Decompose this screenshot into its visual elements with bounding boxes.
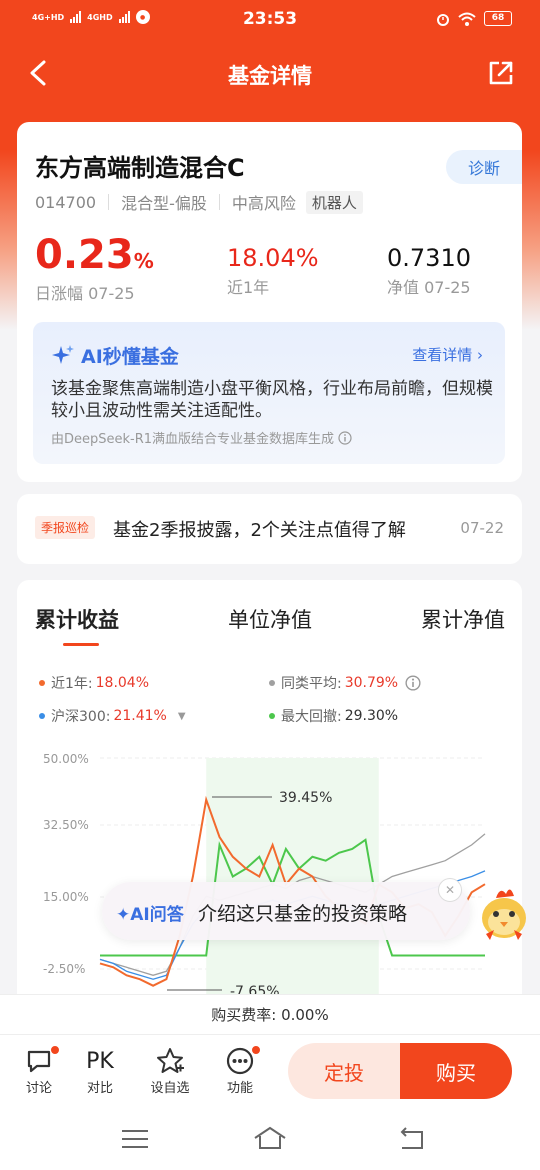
ai-summary-title-text: AI秒懂基金	[81, 346, 179, 368]
compare-label: 对比	[86, 1081, 113, 1096]
daily-change-stat: 0.23% 日涨幅 07-25	[35, 232, 154, 304]
fund-risk: 中高风险	[231, 194, 296, 213]
ai-summary-footer: 由DeepSeek-R1满血版结合专业基金数据库生成	[51, 428, 352, 447]
battery-icon: 68	[484, 11, 512, 26]
legend-drawdown: 最大回撤: 29.30%	[269, 706, 398, 726]
ai-summary-box[interactable]: AI秒懂基金 查看详情 › 该基金聚焦高端制造小盘平衡风格，行业布局前瞻，但规模…	[33, 322, 505, 464]
pk-icon: PK	[86, 1048, 114, 1074]
ai-summary-more-link[interactable]: 查看详情 ›	[412, 344, 483, 365]
legend-index[interactable]: 沪深300: 21.41% ▼	[39, 706, 186, 726]
ai-ask-label: ✦AI问答	[116, 905, 184, 925]
fund-theme-tag[interactable]: 机器人	[305, 190, 363, 214]
ai-summary-title: AI秒懂基金	[51, 342, 179, 369]
ai-ask-text: 介绍这只基金的投资策略	[198, 903, 408, 925]
report-text-content: 基金2季报披露，2个关注点值得了解	[113, 520, 406, 541]
legend-drawdown-label: 最大回撤:	[281, 709, 342, 725]
notification-dot	[251, 1045, 261, 1055]
mascot-chick-icon[interactable]	[476, 880, 532, 944]
return-chart[interactable]: 39.45% -7.65%	[17, 750, 522, 1000]
wifi-icon	[458, 12, 476, 26]
tab-unit-nav[interactable]: 单位净值	[228, 604, 312, 634]
back-icon[interactable]	[396, 1126, 426, 1152]
more-dots-icon	[226, 1047, 254, 1075]
nav-stat: 0.7310 净值 07-25	[387, 244, 471, 298]
menu-icon[interactable]	[120, 1128, 150, 1150]
status-bar: 4G+HD 4GHD ● 23:53 68	[0, 0, 540, 40]
more-functions-label: 功能	[226, 1081, 253, 1096]
discuss-label: 讨论	[25, 1081, 52, 1096]
compare-button[interactable]: PK 对比	[75, 1045, 125, 1097]
auto-invest-button[interactable]: 定投	[288, 1043, 400, 1099]
year-return-label: 近1年	[227, 278, 270, 297]
legend-index-label: 沪深300:	[51, 709, 111, 725]
legend-drawdown-value: 29.30%	[344, 708, 399, 724]
system-nav-bar	[0, 1108, 540, 1170]
tab-cumulative-nav[interactable]: 累计净值	[421, 604, 505, 634]
diagnose-button[interactable]: 诊断	[446, 150, 522, 184]
ai-summary-footer-text: 由DeepSeek-R1满血版结合专业基金数据库生成	[51, 432, 335, 447]
report-text: 基金2季报披露，2个关注点值得了解	[113, 516, 453, 542]
share-icon[interactable]	[486, 58, 516, 88]
alarm-icon	[437, 13, 449, 26]
chart-card: 累计收益 单位净值 累计净值 近1年: 18.04% 同类平均: 30.79% 沪深…	[17, 580, 522, 1020]
tab-cumulative-return[interactable]: 累计收益	[35, 604, 119, 646]
year-return-stat: 18.04% 近1年	[227, 244, 319, 298]
info-icon[interactable]	[338, 430, 352, 445]
home-icon[interactable]	[252, 1124, 288, 1152]
divider	[218, 194, 220, 210]
fund-code: 014700	[35, 192, 97, 212]
fund-meta: 014700 混合型-偏股 中高风险 机器人	[35, 190, 363, 214]
legend-peer: 同类平均: 30.79%	[269, 673, 421, 693]
legend-index-value: 21.41%	[113, 708, 167, 724]
nav-label: 净值 07-25	[387, 278, 471, 297]
top-nav: 基金详情	[0, 52, 540, 96]
nav-value: 0.7310	[387, 244, 471, 272]
add-watchlist-button[interactable]: 设自选	[145, 1045, 195, 1096]
more-functions-button[interactable]: 功能	[215, 1045, 265, 1096]
legend-dot	[269, 713, 275, 719]
purchase-fee: 购买费率: 0.00%	[0, 994, 540, 1034]
daily-change-label: 日涨幅 07-25	[35, 284, 135, 303]
legend-fund-label: 近1年:	[51, 676, 93, 692]
daily-change-value: 0.23	[35, 232, 134, 278]
bottom-action-bar: 讨论 PK 对比 设自选 功能 定投 购买	[0, 1034, 540, 1108]
purchase-fee-text: 购买费率: 0.00%	[211, 1006, 329, 1024]
legend-fund: 近1年: 18.04%	[39, 673, 149, 693]
legend-dot	[39, 713, 45, 719]
fund-category: 混合型-偏股	[121, 194, 207, 213]
fund-info-card: 东方高端制造混合C 诊断 014700 混合型-偏股 中高风险 机器人 0.23…	[17, 122, 522, 482]
legend-dot	[269, 680, 275, 686]
sparkle-icon	[52, 344, 74, 364]
caret-down-icon[interactable]: ▼	[178, 711, 186, 722]
report-date: 07-22	[460, 519, 504, 537]
ai-ask-banner[interactable]: ✦AI问答 介绍这只基金的投资策略 ✕	[102, 878, 470, 940]
add-watchlist-label: 设自选	[150, 1081, 190, 1096]
year-return-value: 18.04%	[227, 244, 319, 272]
buy-button[interactable]: 购买	[400, 1043, 512, 1099]
chart-tabs: 累计收益 单位净值 累计净值	[35, 604, 505, 646]
ai-ask-label-text: AI问答	[130, 905, 184, 925]
ai-summary-text: 该基金聚焦高端制造小盘平衡风格，行业布局前瞻，但规模较小且波动性需关注适配性。	[51, 379, 493, 421]
legend-dot	[39, 680, 45, 686]
notification-dot	[50, 1045, 60, 1055]
report-card[interactable]: 季报巡检 基金2季报披露，2个关注点值得了解 07-22	[17, 494, 522, 564]
legend-peer-value: 30.79%	[344, 675, 399, 691]
ai-summary-more-text: 查看详情	[412, 346, 473, 364]
info-icon[interactable]	[405, 675, 421, 691]
chat-bubble-icon	[27, 1050, 51, 1073]
star-plus-icon	[157, 1048, 184, 1073]
fund-name: 东方高端制造混合C	[35, 154, 245, 182]
legend-peer-label: 同类平均:	[281, 676, 342, 692]
legend-fund-value: 18.04%	[95, 675, 150, 691]
daily-change-unit: %	[133, 249, 154, 273]
discuss-button[interactable]: 讨论	[14, 1045, 64, 1096]
report-tag: 季报巡检	[35, 516, 96, 539]
page-title: 基金详情	[228, 64, 312, 88]
close-icon[interactable]: ✕	[438, 878, 462, 902]
divider	[108, 194, 110, 210]
chevron-right-icon: ›	[477, 346, 483, 364]
annotation-max-label: 39.45%	[279, 790, 332, 806]
